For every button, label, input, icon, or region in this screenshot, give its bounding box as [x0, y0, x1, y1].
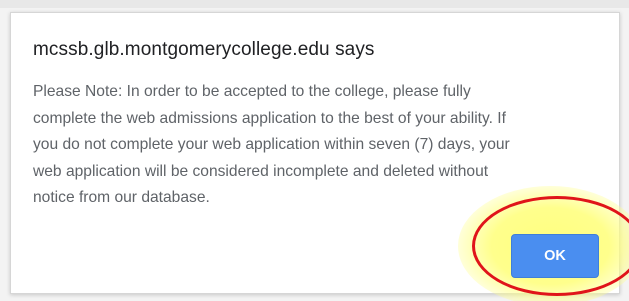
- highlight-ring-annotation: [472, 196, 629, 296]
- dialog-message-line: you do not complete your web application…: [33, 136, 510, 153]
- dialog-message-line: web application will be considered incom…: [33, 162, 489, 180]
- browser-page: mcssb.glb.montgomerycollege.edu says Ple…: [0, 0, 629, 301]
- dialog-message-line: Please Note: In order to be accepted to …: [33, 83, 471, 100]
- dialog-message-line: complete the web admissions application …: [33, 109, 506, 127]
- dialog-title: mcssb.glb.montgomerycollege.edu says: [33, 39, 375, 60]
- page-background-strip: [0, 0, 629, 8]
